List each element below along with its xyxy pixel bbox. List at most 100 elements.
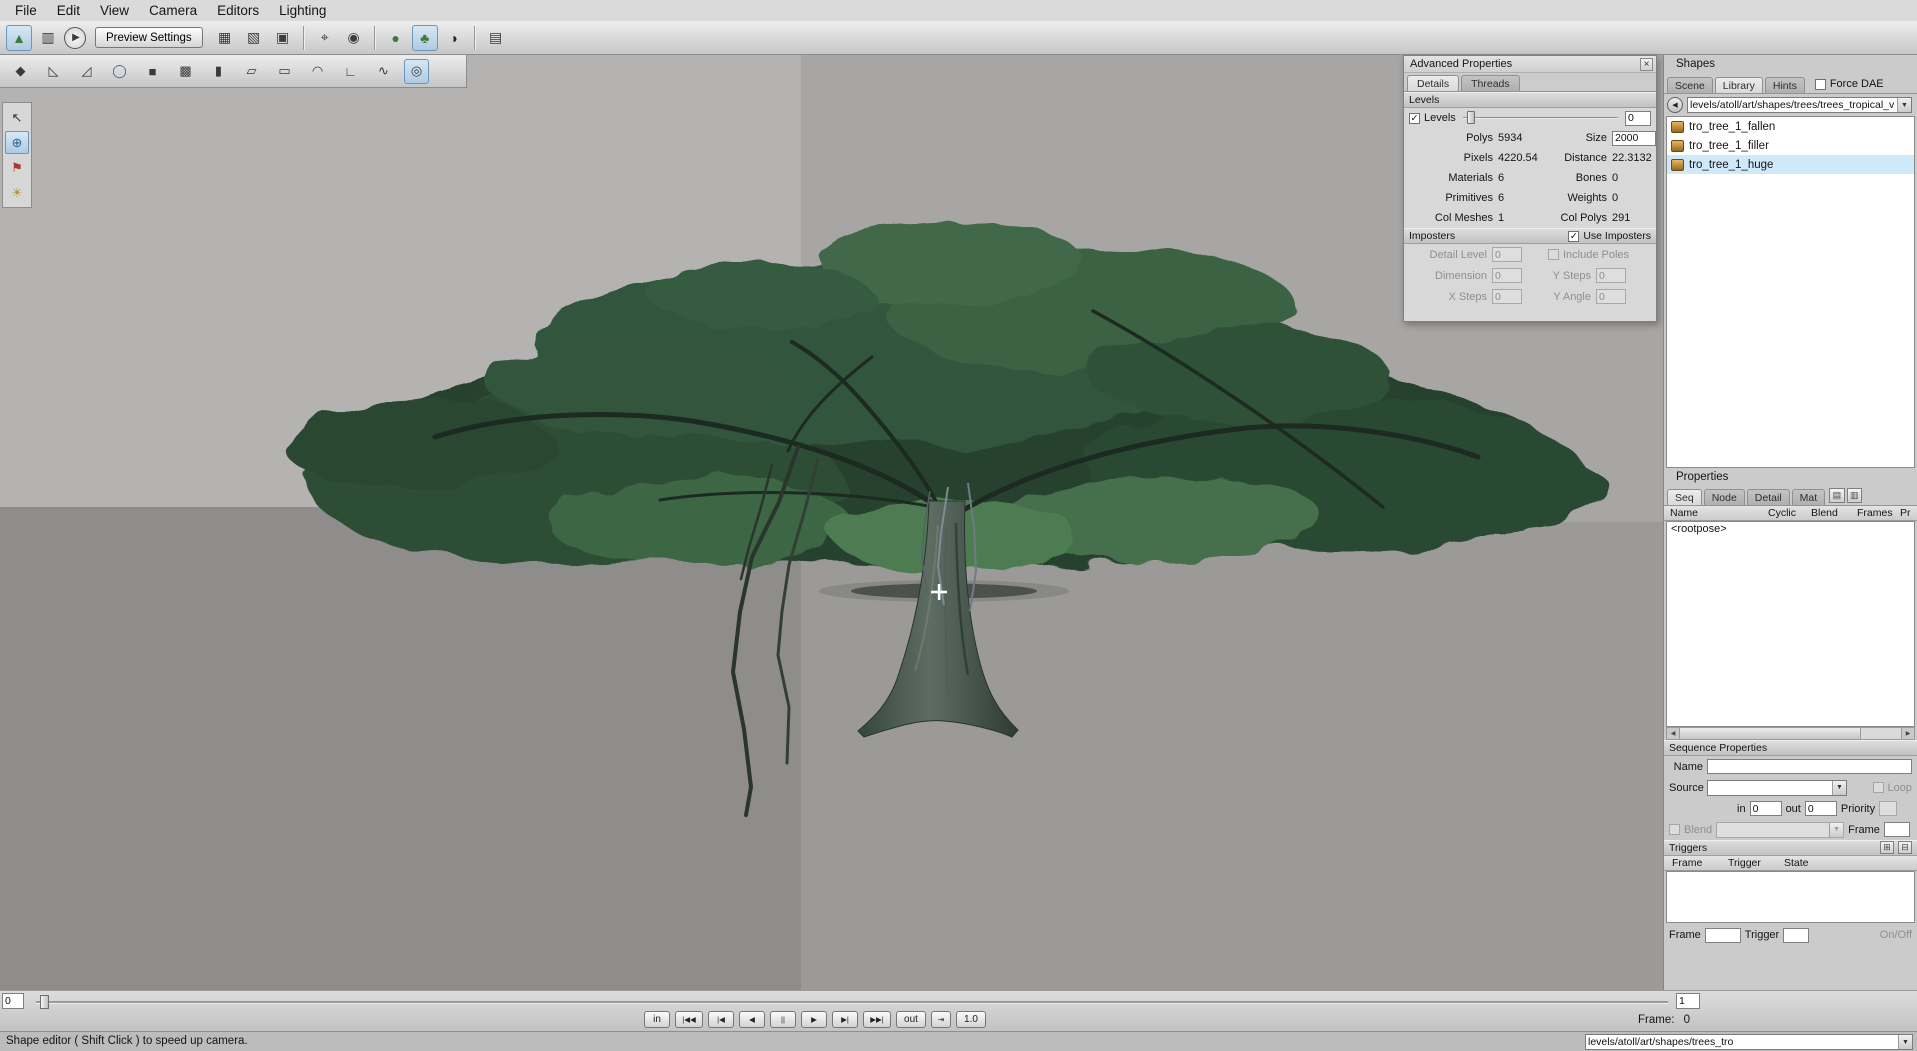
cylinder-tool-icon[interactable]: ▮ xyxy=(206,59,231,84)
set-in-button[interactable]: in xyxy=(644,1011,670,1028)
source-dropdown[interactable]: ▼ xyxy=(1707,780,1847,796)
advanced-properties-titlebar[interactable]: Advanced Properties × xyxy=(1404,56,1656,73)
level-value-input[interactable] xyxy=(1625,111,1651,126)
uv-pad-icon[interactable]: ▩ xyxy=(173,59,198,84)
wedge-tool-icon[interactable]: ◺ xyxy=(41,59,66,84)
plane-tool-icon[interactable]: ▱ xyxy=(239,59,264,84)
blend-dropdown[interactable]: ▼ xyxy=(1716,822,1844,838)
tab-mat[interactable]: Mat xyxy=(1792,489,1826,505)
shapes-list[interactable]: tro_tree_1_fallen tro_tree_1_filler tro_… xyxy=(1666,116,1915,468)
play-icon[interactable]: ▶ xyxy=(801,1011,827,1028)
tab-seq[interactable]: Seq xyxy=(1667,489,1702,505)
detail-level-input[interactable] xyxy=(1492,247,1522,262)
blend-frame-input[interactable] xyxy=(1884,822,1910,837)
force-dae-checkbox[interactable] xyxy=(1815,79,1826,90)
tab-library[interactable]: Library xyxy=(1715,77,1763,93)
remove-trigger-icon[interactable]: ⊟ xyxy=(1898,841,1912,854)
tab-hints[interactable]: Hints xyxy=(1765,77,1805,93)
tab-details[interactable]: Details xyxy=(1407,75,1459,91)
sequence-row-rootpose[interactable]: <rootpose> xyxy=(1667,522,1914,537)
scroll-thumb[interactable] xyxy=(1680,728,1861,739)
detail-level-slider-thumb[interactable] xyxy=(1467,111,1475,124)
pause-icon[interactable]: || xyxy=(770,1011,796,1028)
save-sequence-icon[interactable]: ▤ xyxy=(1829,488,1844,503)
menu-view[interactable]: View xyxy=(90,1,139,21)
x-steps-input[interactable] xyxy=(1492,289,1522,304)
detail-level-slider[interactable] xyxy=(1463,117,1618,119)
jump-to-end-icon[interactable]: ▶▶| xyxy=(863,1011,891,1028)
size-input[interactable] xyxy=(1612,131,1656,146)
close-icon[interactable]: × xyxy=(1640,58,1653,71)
play-backward-icon[interactable]: ◀ xyxy=(739,1011,765,1028)
blend-checkbox[interactable] xyxy=(1669,824,1680,835)
triggers-list[interactable] xyxy=(1666,871,1915,923)
bone-tool-icon[interactable]: ◆ xyxy=(8,59,33,84)
shape-editor-mode-icon[interactable]: ▲ xyxy=(6,25,32,51)
trackball-tool-icon[interactable]: ◎ xyxy=(404,59,429,84)
timeline-end-input[interactable] xyxy=(1676,993,1700,1009)
status-path-dropdown[interactable]: levels/atoll/art/shapes/trees_tro ▼ xyxy=(1585,1034,1913,1050)
orbit-camera-icon[interactable]: ◉ xyxy=(341,25,367,51)
use-imposters-checkbox[interactable]: ✓ xyxy=(1568,231,1579,242)
sequence-list-hscrollbar[interactable]: ◀ ▶ xyxy=(1666,727,1915,740)
menu-edit[interactable]: Edit xyxy=(47,1,90,21)
priority-input[interactable] xyxy=(1879,801,1897,816)
menu-camera[interactable]: Camera xyxy=(139,1,207,21)
angle-tool-icon[interactable]: ∟ xyxy=(338,59,363,84)
menu-lighting[interactable]: Lighting xyxy=(269,1,336,21)
list-item-selected[interactable]: tro_tree_1_huge xyxy=(1667,155,1914,174)
sequence-name-input[interactable] xyxy=(1707,759,1912,774)
scroll-track[interactable] xyxy=(1680,728,1901,739)
loop-checkbox[interactable] xyxy=(1873,782,1884,793)
vegetation-detail-icon[interactable]: ♣ xyxy=(412,25,438,51)
flag-tool-icon[interactable]: ⚑ xyxy=(5,156,29,179)
copy-sequence-icon[interactable]: ▥ xyxy=(1847,488,1862,503)
preview-settings-button[interactable]: Preview Settings xyxy=(95,27,203,48)
frame-selection-icon[interactable]: ⌖ xyxy=(312,25,338,51)
tab-threads[interactable]: Threads xyxy=(1461,75,1520,91)
add-trigger-icon[interactable]: ⊞ xyxy=(1880,841,1894,854)
set-out-button[interactable]: out xyxy=(896,1011,926,1028)
menu-editors[interactable]: Editors xyxy=(207,1,269,21)
dimension-input[interactable] xyxy=(1492,268,1522,283)
library-path-dropdown[interactable]: levels/atoll/art/shapes/trees/trees_trop… xyxy=(1687,97,1912,113)
timeline-slider-thumb[interactable] xyxy=(40,995,49,1009)
back-icon[interactable]: ◀ xyxy=(1667,97,1683,113)
tab-scene[interactable]: Scene xyxy=(1667,77,1713,93)
trigger-id-input[interactable] xyxy=(1783,928,1809,943)
include-poles-checkbox[interactable] xyxy=(1548,249,1559,260)
tab-detail[interactable]: Detail xyxy=(1747,489,1790,505)
timeline-start-input[interactable] xyxy=(2,993,24,1009)
sheet-tool-icon[interactable]: ▭ xyxy=(272,59,297,84)
menu-file[interactable]: File xyxy=(5,1,47,21)
prev-keyframe-icon[interactable]: |◀ xyxy=(708,1011,734,1028)
next-keyframe-icon[interactable]: ▶| xyxy=(832,1011,858,1028)
trigger-frame-input[interactable] xyxy=(1705,928,1741,943)
grid-toggle-icon[interactable]: ▦ xyxy=(212,25,238,51)
slope-tool-icon[interactable]: ◿ xyxy=(74,59,99,84)
split-view-icon[interactable]: ▥ xyxy=(35,25,61,51)
move-gizmo-icon[interactable]: ⊕ xyxy=(5,131,29,154)
timeline-slider[interactable] xyxy=(36,1001,1668,1004)
globe-tool-icon[interactable]: ◯ xyxy=(107,59,132,84)
arc-tool-icon[interactable]: ◠ xyxy=(305,59,330,84)
scroll-left-icon[interactable]: ◀ xyxy=(1667,728,1680,739)
sequence-list[interactable]: <rootpose> xyxy=(1666,521,1915,727)
select-cursor-icon[interactable]: ↖ xyxy=(5,106,29,129)
tab-node[interactable]: Node xyxy=(1704,489,1745,505)
spring-tool-icon[interactable]: ∿ xyxy=(371,59,396,84)
y-steps-input[interactable] xyxy=(1596,268,1626,283)
y-angle-input[interactable] xyxy=(1596,289,1626,304)
cube-tool-icon[interactable]: ■ xyxy=(140,59,165,84)
list-item[interactable]: tro_tree_1_fallen xyxy=(1667,117,1914,136)
screenshot-icon[interactable]: ▤ xyxy=(483,25,509,51)
playback-speed-button[interactable]: 1.0 xyxy=(956,1011,986,1028)
ortho-view-icon[interactable]: ▣ xyxy=(270,25,296,51)
play-preview-icon[interactable]: ▶ xyxy=(64,27,86,49)
material-preview-icon[interactable]: ◑ xyxy=(441,25,467,51)
environment-sphere-icon[interactable]: ● xyxy=(383,25,409,51)
levels-checkbox[interactable]: ✓ xyxy=(1409,113,1420,124)
light-tool-icon[interactable]: ☀ xyxy=(5,181,29,204)
grid-snap-icon[interactable]: ▧ xyxy=(241,25,267,51)
in-input[interactable] xyxy=(1750,801,1782,816)
